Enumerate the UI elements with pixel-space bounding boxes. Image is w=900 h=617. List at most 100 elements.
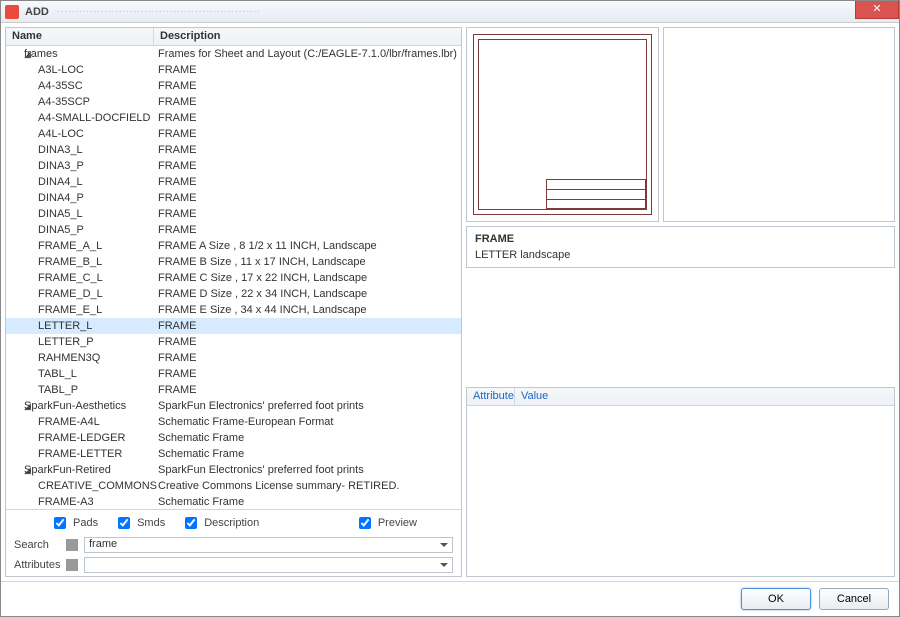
node-label: DINA3_L xyxy=(38,144,83,156)
node-label: FRAME_D_L xyxy=(38,288,103,300)
node-description: FRAME A Size , 8 1/2 x 11 INCH, Landscap… xyxy=(154,240,461,252)
attributes-combo[interactable] xyxy=(84,557,453,573)
library-node[interactable]: ◢SparkFun-RetiredSparkFun Electronics' p… xyxy=(6,462,461,478)
tree-header: Name Description xyxy=(6,28,461,46)
library-node[interactable]: ◢SparkFun-Aesthetics SparkFun Electronics… xyxy=(6,398,461,414)
device-node[interactable]: FRAME_A_LFRAME A Size , 8 1/2 x 11 INCH,… xyxy=(6,238,461,254)
device-node[interactable]: A4-SMALL-DOCFIELD FRAME xyxy=(6,110,461,126)
search-row: Search frame xyxy=(10,536,457,554)
device-node[interactable]: FRAME-A3 Schematic Frame xyxy=(6,494,461,509)
attributes-row: Attributes xyxy=(10,556,457,574)
title-block xyxy=(546,179,646,209)
node-label: RAHMEN3Q xyxy=(38,352,100,364)
device-node[interactable]: A3L-LOC FRAME xyxy=(6,62,461,78)
ok-button[interactable]: OK xyxy=(741,588,811,610)
titlebar: ADD ····································… xyxy=(1,1,899,23)
device-node[interactable]: DINA5_PFRAME xyxy=(6,222,461,238)
node-description: FRAME xyxy=(154,112,461,124)
attributes-icon[interactable] xyxy=(66,559,78,571)
button-bar: OK Cancel xyxy=(1,581,899,616)
preview-subtitle: LETTER landscape xyxy=(475,249,886,261)
cancel-button[interactable]: Cancel xyxy=(819,588,889,610)
device-node[interactable]: FRAME-LEDGERSchematic Frame xyxy=(6,430,461,446)
device-node[interactable]: FRAME_B_LFRAME B Size , 11 x 17 INCH, La… xyxy=(6,254,461,270)
device-node[interactable]: A4-35SCPFRAME xyxy=(6,94,461,110)
node-label: FRAME-A3 xyxy=(38,496,94,508)
device-node[interactable]: RAHMEN3Q FRAME xyxy=(6,350,461,366)
device-node[interactable]: FRAME_E_LFRAME E Size , 34 x 44 INCH, La… xyxy=(6,302,461,318)
expand-icon[interactable]: ◢ xyxy=(10,401,24,412)
device-node[interactable]: DINA4_P FRAME xyxy=(6,190,461,206)
node-label: DINA4_L xyxy=(38,176,83,188)
attr-col-value[interactable]: Value xyxy=(515,388,894,405)
device-node[interactable]: FRAME_D_LFRAME D Size , 22 x 34 INCH, La… xyxy=(6,286,461,302)
node-description: FRAME xyxy=(154,192,461,204)
node-description: FRAME xyxy=(154,352,461,364)
expand-icon[interactable]: ◢ xyxy=(10,49,24,60)
device-node[interactable]: CREATIVE_COMMONSCreative Commons License… xyxy=(6,478,461,494)
node-description: FRAME C Size , 17 x 22 INCH, Landscape xyxy=(154,272,461,284)
node-description: FRAME xyxy=(154,80,461,92)
device-node[interactable]: FRAME-A4LSchematic Frame-European Format xyxy=(6,414,461,430)
search-combo[interactable]: frame xyxy=(84,537,453,553)
device-node[interactable]: LETTER_PFRAME xyxy=(6,334,461,350)
node-description: Frames for Sheet and Layout (C:/EAGLE-7.… xyxy=(154,48,461,60)
node-label: CREATIVE_COMMONS xyxy=(38,480,157,492)
node-description: FRAME xyxy=(154,208,461,220)
device-node[interactable]: FRAME-LETTERSchematic Frame xyxy=(6,446,461,462)
close-button[interactable]: ✕ xyxy=(855,1,899,19)
node-label: A3L-LOC xyxy=(38,64,84,76)
attributes-label: Attributes xyxy=(14,559,60,571)
preview-checkbox[interactable]: Preview xyxy=(355,514,417,532)
node-description: FRAME xyxy=(154,176,461,188)
device-node[interactable]: TABL_PFRAME xyxy=(6,382,461,398)
titlebar-path: ········································… xyxy=(57,6,260,17)
library-tree-pane: Name Description ◢framesFrames for Sheet… xyxy=(5,27,462,577)
node-label: A4-35SC xyxy=(38,80,83,92)
checkbox-row: Pads Smds Description Preview xyxy=(10,512,457,534)
device-node[interactable]: DINA3_LFRAME xyxy=(6,142,461,158)
node-description: SparkFun Electronics' preferred foot pri… xyxy=(154,400,461,412)
node-label: LETTER_L xyxy=(38,320,92,332)
device-node[interactable]: TABL_LFRAME xyxy=(6,366,461,382)
node-description: SparkFun Electronics' preferred foot pri… xyxy=(154,464,461,476)
node-label: DINA3_P xyxy=(38,160,84,172)
col-header-description[interactable]: Description xyxy=(154,28,461,45)
attr-col-attribute[interactable]: Attribute xyxy=(467,388,515,405)
node-label: FRAME-A4L xyxy=(38,416,100,428)
expand-icon[interactable]: ◢ xyxy=(10,465,24,476)
search-icon[interactable] xyxy=(66,539,78,551)
device-node[interactable]: LETTER_LFRAME xyxy=(6,318,461,334)
description-checkbox[interactable]: Description xyxy=(181,514,259,532)
device-node[interactable]: A4L-LOCFRAME xyxy=(6,126,461,142)
device-node[interactable]: DINA4_L FRAME xyxy=(6,174,461,190)
device-node[interactable]: DINA5_LFRAME xyxy=(6,206,461,222)
search-label: Search xyxy=(14,539,60,551)
node-description: FRAME xyxy=(154,336,461,348)
device-node[interactable]: FRAME_C_L FRAME C Size , 17 x 22 INCH, La… xyxy=(6,270,461,286)
node-label: FRAME_E_L xyxy=(38,304,102,316)
frame-inner xyxy=(478,39,647,210)
node-label: A4-SMALL-DOCFIELD xyxy=(38,112,150,124)
node-label: SparkFun-Aesthetics xyxy=(24,400,126,412)
node-label: A4L-LOC xyxy=(38,128,84,140)
add-dialog: ADD ····································… xyxy=(0,0,900,617)
col-header-name[interactable]: Name xyxy=(6,28,154,45)
package-preview xyxy=(663,27,895,222)
preview-title: FRAME xyxy=(475,233,886,245)
node-description: Schematic Frame xyxy=(154,432,461,444)
node-description: FRAME xyxy=(154,64,461,76)
device-node[interactable]: A4-35SC FRAME xyxy=(6,78,461,94)
node-description: Schematic Frame xyxy=(154,496,461,508)
attribute-header: Attribute Value xyxy=(467,388,894,406)
pads-checkbox[interactable]: Pads xyxy=(50,514,98,532)
smds-checkbox[interactable]: Smds xyxy=(114,514,165,532)
device-node[interactable]: DINA3_P FRAME xyxy=(6,158,461,174)
node-label: DINA4_P xyxy=(38,192,84,204)
library-node[interactable]: ◢frames Frames for Sheet and Layout (C:/E… xyxy=(6,46,461,62)
node-description: FRAME xyxy=(154,160,461,172)
library-tree[interactable]: ◢framesFrames for Sheet and Layout (C:/E… xyxy=(6,46,461,509)
node-description: FRAME xyxy=(154,224,461,236)
node-label: frames xyxy=(24,48,58,60)
node-label: FRAME_C_L xyxy=(38,272,103,284)
